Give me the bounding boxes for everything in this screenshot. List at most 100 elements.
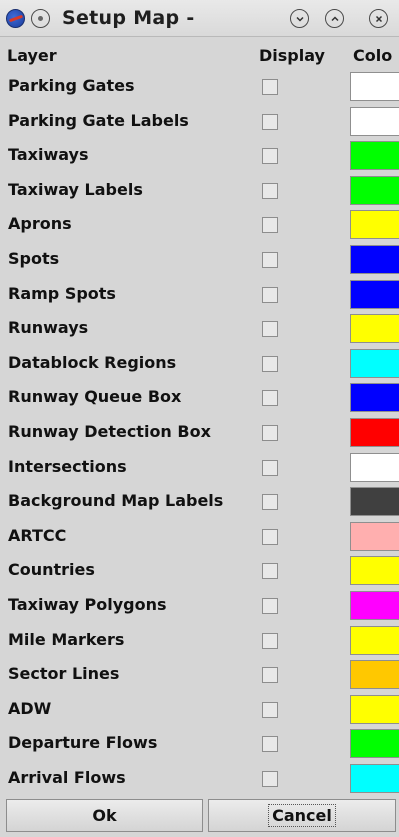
layer-row: Spots (0, 242, 399, 277)
layer-row: Runway Detection Box (0, 415, 399, 450)
layer-label: Aprons (8, 214, 72, 234)
layer-row: Aprons (0, 207, 399, 242)
layer-row: Runways (0, 311, 399, 346)
layer-label: Datablock Regions (8, 352, 177, 372)
layer-label: Parking Gates (8, 76, 135, 95)
minimize-icon[interactable] (290, 9, 309, 28)
color-swatch-button[interactable] (350, 210, 399, 240)
maximize-icon[interactable] (325, 9, 344, 28)
layer-row: Departure Flows (0, 726, 399, 761)
color-swatch-button[interactable] (350, 694, 399, 724)
color-swatch-button[interactable] (350, 279, 399, 309)
color-swatch-button[interactable] (350, 72, 399, 101)
layer-row: Mile Markers (0, 623, 399, 658)
color-swatch-button[interactable] (350, 487, 399, 517)
color-swatch-button[interactable] (350, 245, 399, 274)
dialog-footer: Ok Cancel (0, 796, 399, 837)
nasa-logo-icon (6, 9, 25, 28)
layer-label: Taxiway Polygons (8, 595, 167, 614)
layer-label: Parking Gate Labels (8, 110, 189, 130)
layer-label: Ramp Spots (8, 283, 116, 303)
layer-label: Departure Flows (8, 733, 158, 753)
display-checkbox[interactable] (262, 736, 278, 753)
display-checkbox[interactable] (262, 701, 278, 718)
layer-row: Countries (0, 553, 399, 588)
layer-row: ARTCC (0, 519, 399, 554)
layer-label: Taxiways (8, 145, 89, 165)
display-checkbox[interactable] (262, 113, 278, 130)
layer-label: Runway Detection Box (8, 422, 211, 441)
display-checkbox[interactable] (262, 390, 278, 407)
layer-label: Runway Queue Box (8, 387, 182, 407)
layer-row: Parking Gate Labels (0, 104, 399, 139)
layer-row: Arrival Flows (0, 761, 399, 796)
color-swatch-button[interactable] (350, 729, 399, 759)
layer-row: Intersections (0, 450, 399, 485)
display-checkbox[interactable] (262, 598, 278, 614)
column-header-color: Colo (353, 46, 393, 65)
color-swatch-button[interactable] (350, 314, 399, 344)
layer-row: Datablock Regions (0, 346, 399, 381)
display-checkbox[interactable] (262, 425, 278, 441)
layer-row: Ramp Spots (0, 277, 399, 312)
layer-row: Parking Gates (0, 69, 399, 104)
layer-label: Mile Markers (8, 629, 125, 649)
display-checkbox[interactable] (262, 148, 278, 165)
display-checkbox[interactable] (262, 321, 278, 338)
column-header-layer: Layer (7, 46, 57, 65)
ok-button[interactable]: Ok (6, 799, 203, 832)
display-checkbox[interactable] (262, 286, 278, 303)
layer-label: Runways (8, 318, 89, 338)
layer-row: Runway Queue Box (0, 380, 399, 415)
display-checkbox[interactable] (262, 252, 278, 268)
color-swatch-button[interactable] (350, 452, 399, 482)
title-bar: Setup Map - (0, 0, 399, 37)
ok-button-label: Ok (92, 806, 117, 825)
display-checkbox[interactable] (262, 494, 278, 511)
layer-label: Sector Lines (8, 664, 120, 684)
layer-row: Background Map Labels (0, 484, 399, 519)
display-checkbox[interactable] (262, 355, 278, 372)
color-swatch-button[interactable] (350, 175, 399, 205)
layer-label: Arrival Flows (8, 768, 126, 787)
column-header-display: Display (259, 46, 325, 65)
cancel-button[interactable]: Cancel (208, 799, 396, 832)
color-swatch-button[interactable] (350, 625, 399, 655)
display-checkbox[interactable] (262, 217, 278, 234)
layer-label: Taxiway Labels (8, 179, 143, 199)
color-swatch-button[interactable] (350, 141, 399, 171)
close-icon[interactable] (369, 9, 388, 28)
display-checkbox[interactable] (262, 182, 278, 199)
window-menu-icon[interactable] (31, 9, 50, 28)
display-checkbox[interactable] (262, 563, 278, 580)
color-swatch-button[interactable] (350, 383, 399, 413)
layer-row: Sector Lines (0, 657, 399, 692)
color-swatch-button[interactable] (350, 556, 399, 586)
color-swatch-button[interactable] (350, 591, 399, 620)
display-checkbox[interactable] (262, 632, 278, 649)
color-swatch-button[interactable] (350, 521, 399, 551)
layer-label: Background Map Labels (8, 491, 224, 511)
color-swatch-button[interactable] (350, 418, 399, 447)
display-checkbox[interactable] (262, 528, 278, 545)
layer-label: ADW (8, 698, 52, 718)
layer-label: Spots (8, 249, 60, 268)
layer-row: Taxiways (0, 138, 399, 173)
layer-label: ARTCC (8, 525, 67, 545)
layer-label: Countries (8, 560, 95, 580)
display-checkbox[interactable] (262, 667, 278, 684)
color-swatch-button[interactable] (350, 660, 399, 690)
color-swatch-button[interactable] (350, 764, 399, 793)
color-swatch-button[interactable] (350, 106, 399, 136)
display-checkbox[interactable] (262, 771, 278, 787)
layer-row: Taxiway Polygons (0, 588, 399, 623)
window-title: Setup Map - (62, 7, 195, 29)
display-checkbox[interactable] (262, 79, 278, 95)
layer-row: Taxiway Labels (0, 173, 399, 208)
color-swatch-button[interactable] (350, 348, 399, 378)
table-header: Layer Display Colo (0, 40, 399, 70)
layer-label: Intersections (8, 456, 127, 476)
display-checkbox[interactable] (262, 459, 278, 476)
layer-row: ADW (0, 692, 399, 727)
cancel-button-label: Cancel (268, 804, 336, 827)
